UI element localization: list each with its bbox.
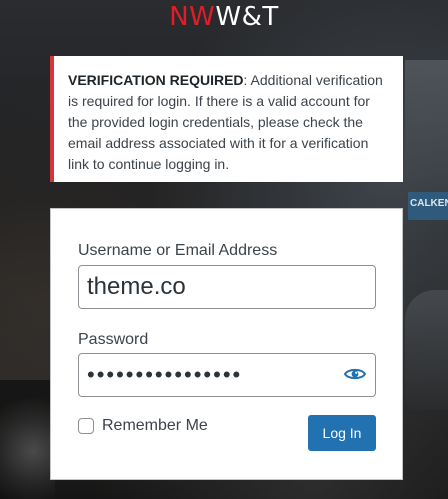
login-page: CALKEN NWW&T VERIFICATION REQUIRED: Addi… [0,0,448,499]
background-sign-text: CALKEN [410,198,448,209]
login-button[interactable]: Log In [308,415,376,451]
background-car [405,290,448,410]
verification-notice: VERIFICATION REQUIRED: Additional verifi… [50,56,403,182]
login-form: Username or Email Address Password Remem… [50,208,403,480]
site-logo[interactable]: NWW&T [0,2,448,32]
username-input[interactable] [78,265,376,309]
password-label: Password [78,331,149,348]
remember-me-label: Remember Me [102,417,208,434]
remember-me[interactable]: Remember Me [78,417,208,435]
logo-part-nw: NW [169,2,216,32]
background-garage-door [405,60,448,200]
logo-part-wt: W&T [215,2,279,32]
remember-me-checkbox[interactable] [78,418,94,434]
password-input[interactable] [78,353,376,397]
show-password-button[interactable] [336,355,374,395]
notice-heading: VERIFICATION REQUIRED [68,72,244,88]
background-tire [0,380,55,499]
username-label: Username or Email Address [78,242,278,259]
eye-icon [343,366,367,385]
